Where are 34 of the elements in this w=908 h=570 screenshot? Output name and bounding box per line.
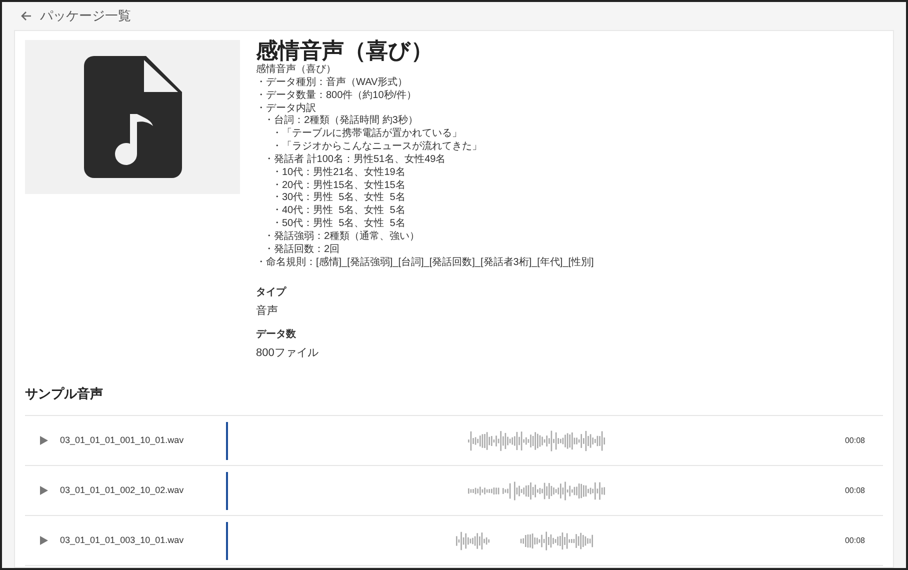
section-heading: サンプル音声 bbox=[25, 384, 104, 402]
description-line: ・データ数量：800件（約10秒/件） bbox=[256, 90, 417, 102]
description-line: ・発話回数：2回 bbox=[263, 244, 340, 256]
back-link[interactable]: パッケージ一覧 bbox=[40, 6, 131, 26]
description-line: ・データ種別：音声（WAV形式） bbox=[256, 76, 408, 90]
description-line: ・40代：男性 5名、女性 5名 bbox=[271, 205, 406, 218]
description-line: ・「テーブルに携帯電話が置かれている」 bbox=[271, 128, 462, 140]
back-arrow-icon[interactable] bbox=[20, 10, 32, 22]
audio-file-icon bbox=[84, 56, 182, 178]
play-icon[interactable] bbox=[40, 436, 48, 445]
field-label: タイプ bbox=[256, 286, 286, 300]
description-line: ・命名規則：[感情]_[発話強弱]_[台詞]_[発話回数]_[発話者3桁]_[年代]_[性別] bbox=[256, 256, 594, 270]
file-name: 03_01_01_01_003_10_01.wav bbox=[60, 534, 185, 547]
field-value: 800ファイル bbox=[256, 346, 318, 360]
duration: 00:08 bbox=[844, 434, 865, 446]
duration: 00:08 bbox=[844, 484, 865, 496]
field-value: 音声 bbox=[256, 304, 278, 318]
description-line: ・発話強弱：2種類（通常、強い） bbox=[263, 230, 420, 244]
package-title: 感情音声（喜び） bbox=[256, 38, 434, 64]
play-icon[interactable] bbox=[40, 536, 48, 545]
description-line: ・データ内訳 bbox=[256, 102, 316, 114]
description-line: ・発話者 計100名：男性51名、女性49名 bbox=[263, 154, 446, 166]
duration: 00:08 bbox=[844, 534, 865, 546]
field-label: データ数 bbox=[256, 328, 296, 342]
play-icon[interactable] bbox=[40, 486, 48, 495]
description-line: ・30代：男性 5名、女性 5名 bbox=[271, 192, 406, 204]
file-name: 03_01_01_01_001_10_01.wav bbox=[60, 434, 185, 447]
description-line: ・20代：男性15名、女性15名 bbox=[271, 180, 406, 192]
description-line: ・10代：男性21名、女性19名 bbox=[271, 166, 406, 180]
description-line: ・50代：男性 5名、女性 5名 bbox=[271, 218, 406, 230]
file-name: 03_01_01_01_002_10_02.wav bbox=[60, 484, 185, 497]
description-line: ・台詞：2種類（発話時間 約3秒） bbox=[263, 115, 418, 128]
description-line: 感情音声（喜び） bbox=[256, 64, 336, 76]
description-line: ・「ラジオからこんなニュースが流れてきた」 bbox=[271, 141, 482, 154]
